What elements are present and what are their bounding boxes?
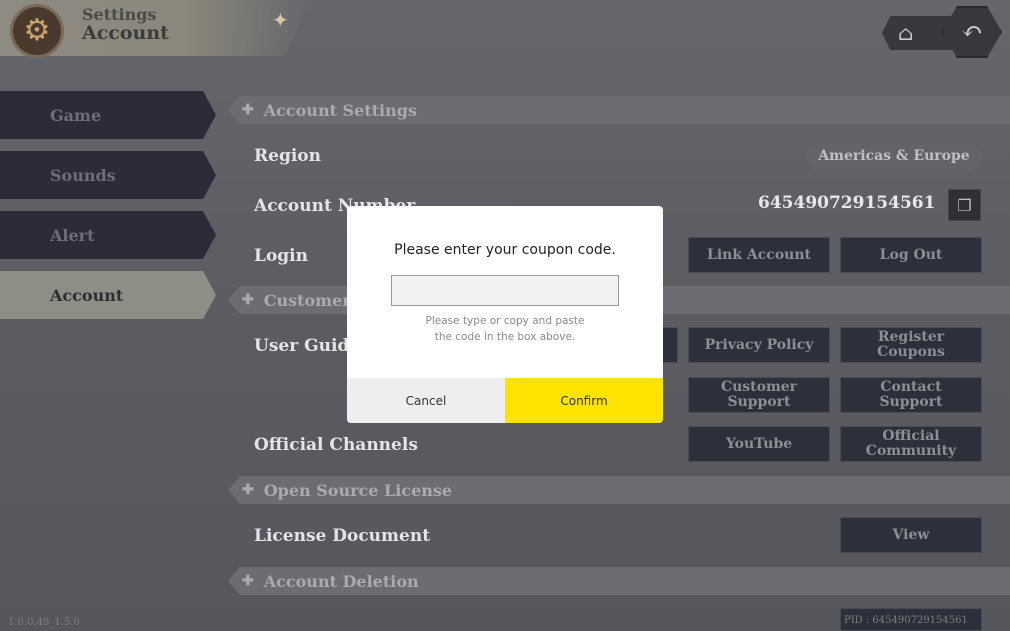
dialog-message: Please enter your coupon code. — [394, 242, 616, 258]
hint-line-1: Please type or copy and paste — [425, 315, 585, 327]
coupon-code-input[interactable] — [391, 275, 619, 306]
confirm-button[interactable]: Confirm — [505, 378, 663, 423]
coupon-dialog: Please enter your coupon code. Please ty… — [347, 206, 663, 423]
cancel-button[interactable]: Cancel — [347, 378, 505, 423]
dialog-hint: Please type or copy and paste the code i… — [347, 313, 663, 345]
hint-line-2: the code in the box above. — [434, 331, 576, 343]
